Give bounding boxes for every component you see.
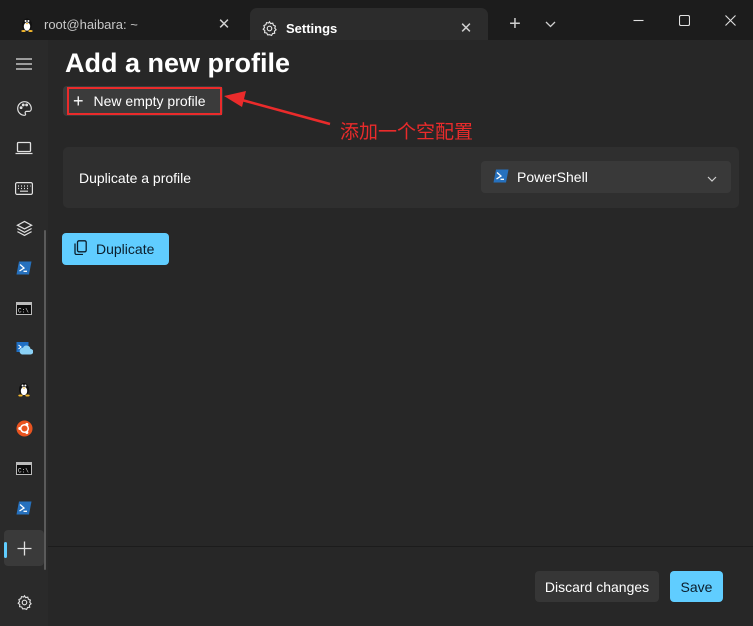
- settings-sidebar: C:\ C:\: [0, 40, 48, 626]
- cmd-icon[interactable]: C:\: [4, 450, 44, 486]
- cmd-icon[interactable]: C:\: [4, 290, 44, 326]
- annotation-text: 添加一个空配置: [340, 122, 474, 143]
- close-tab-icon[interactable]: ✕: [454, 16, 478, 40]
- maximize-icon[interactable]: [661, 0, 707, 40]
- hamburger-menu-icon[interactable]: [4, 46, 44, 82]
- linux-penguin-icon[interactable]: [4, 370, 44, 406]
- svg-text:C:\: C:\: [18, 467, 29, 474]
- ubuntu-icon[interactable]: [4, 410, 44, 446]
- footer-divider: [48, 546, 753, 547]
- selection-indicator: [4, 542, 7, 558]
- duplicate-button[interactable]: Duplicate: [62, 233, 169, 265]
- chevron-down-icon[interactable]: [535, 8, 565, 40]
- copy-icon: [74, 240, 87, 258]
- linux-penguin-icon: [18, 15, 36, 33]
- new-tab-icon[interactable]: +: [500, 8, 530, 40]
- profile-select-value: PowerShell: [517, 169, 588, 185]
- duplicate-profile-label: Duplicate a profile: [79, 170, 192, 186]
- add-profile-icon[interactable]: [4, 530, 44, 566]
- tab-title: root@haibara: ~: [44, 16, 138, 32]
- tab-terminal[interactable]: root@haibara: ~ ✕: [8, 8, 246, 40]
- duplicate-profile-card: Duplicate a profile PowerShell: [63, 147, 739, 208]
- settings-content: Add a new profile + New empty profile 添加…: [48, 40, 753, 626]
- powershell-icon: [493, 169, 509, 185]
- azure-cloud-shell-icon[interactable]: [4, 330, 44, 366]
- chevron-down-icon: [707, 169, 717, 185]
- close-tab-icon[interactable]: ✕: [212, 12, 236, 36]
- gear-icon: [260, 19, 278, 37]
- gear-icon[interactable]: [4, 584, 44, 620]
- svg-text:C:\: C:\: [18, 307, 29, 314]
- palette-icon[interactable]: [4, 90, 44, 126]
- close-window-icon[interactable]: [707, 0, 753, 40]
- sidebar-scrollbar[interactable]: [44, 230, 46, 570]
- profile-select[interactable]: PowerShell: [481, 161, 731, 193]
- tab-title: Settings: [286, 20, 338, 36]
- layers-icon[interactable]: [4, 210, 44, 246]
- save-button[interactable]: Save: [670, 571, 723, 602]
- minimize-icon[interactable]: [615, 0, 661, 40]
- duplicate-button-label: Duplicate: [96, 241, 155, 257]
- powershell-icon[interactable]: [4, 250, 44, 286]
- laptop-icon[interactable]: [4, 130, 44, 166]
- powershell-icon[interactable]: [4, 490, 44, 526]
- discard-changes-button[interactable]: Discard changes: [535, 571, 659, 602]
- keyboard-icon[interactable]: [4, 170, 44, 206]
